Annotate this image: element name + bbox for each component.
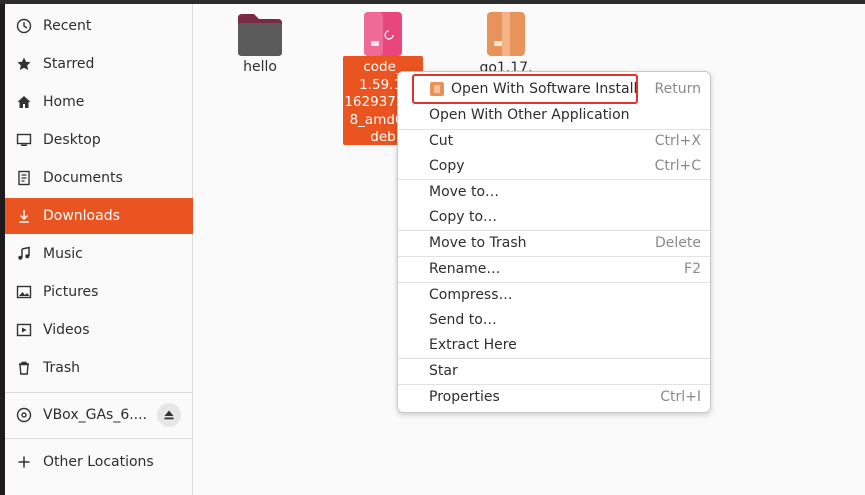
context-menu: Open With Software Install Return Open W… [397, 71, 711, 413]
menu-item-label: Properties [429, 389, 500, 405]
plus-icon [5, 454, 43, 470]
menu-item-label: Copy to… [429, 209, 498, 225]
sidebar-item-label: Music [43, 246, 83, 262]
download-icon [5, 208, 43, 224]
sidebar-item-label: Starred [43, 56, 95, 72]
sidebar-item-label: Downloads [43, 208, 120, 224]
sidebar-item-documents[interactable]: Documents [5, 160, 193, 196]
folder-icon [238, 14, 282, 56]
menu-item-accel: Ctrl+C [654, 158, 701, 174]
sidebar-item-music[interactable]: Music [5, 236, 193, 272]
menu-item-accel: F2 [684, 261, 701, 277]
sidebar-item-other-locations[interactable]: Other Locations [5, 444, 193, 480]
sidebar-item-downloads[interactable]: Downloads [5, 198, 193, 234]
menu-item-properties[interactable]: Properties Ctrl+I [398, 385, 710, 409]
menu-item-accel: Ctrl+I [660, 389, 701, 405]
sidebar-item-label: Desktop [43, 132, 101, 148]
sidebar-item-label: VBox_GAs_6.... [43, 407, 148, 423]
eject-icon[interactable] [157, 403, 181, 427]
picture-icon [5, 284, 43, 300]
sidebar-item-label: Documents [43, 170, 123, 186]
document-icon [5, 170, 43, 186]
menu-item-open-with-other-application[interactable]: Open With Other Application [398, 103, 710, 127]
menu-item-label: Rename… [429, 261, 501, 277]
menu-item-cut[interactable]: Cut Ctrl+X [398, 129, 710, 153]
sidebar-divider [5, 392, 193, 393]
menu-item-move-to-trash[interactable]: Move to Trash Delete [398, 231, 710, 255]
sidebar-item-device[interactable]: VBox_GAs_6.... [5, 397, 193, 433]
home-icon [5, 94, 43, 110]
sidebar-item-starred[interactable]: Starred [5, 46, 193, 82]
package-icon [487, 12, 525, 56]
sidebar-item-label: Other Locations [43, 454, 154, 470]
menu-item-star[interactable]: Star [398, 359, 710, 383]
sidebar-item-label: Recent [43, 18, 92, 34]
menu-item-label: Copy [429, 158, 465, 174]
highlight-box [412, 74, 638, 104]
sidebar-item-label: Videos [43, 322, 90, 338]
file-item-code-deb[interactable] [363, 11, 403, 57]
sidebar-item-trash[interactable]: Trash [5, 350, 193, 386]
sidebar-item-label: Home [43, 94, 85, 110]
menu-item-rename[interactable]: Rename… F2 [398, 257, 710, 281]
disc-icon [5, 407, 43, 423]
menu-item-label: Star [429, 363, 458, 379]
file-item-go[interactable] [486, 11, 526, 57]
desktop-icon [5, 132, 43, 148]
menu-item-extract-here[interactable]: Extract Here [398, 333, 710, 357]
sidebar-item-recent[interactable]: Recent [5, 8, 193, 44]
file-item-hello[interactable] [236, 12, 284, 58]
menu-item-label: Move to… [429, 184, 500, 200]
menu-item-label: Open With Other Application [429, 107, 630, 123]
sidebar-item-label: Trash [43, 360, 80, 376]
file-label: go1.17. [479, 60, 533, 71]
menu-item-label: Move to Trash [429, 235, 527, 251]
trash-icon [5, 360, 43, 376]
sidebar-divider [5, 438, 193, 439]
sidebar-item-desktop[interactable]: Desktop [5, 122, 193, 158]
menu-item-label: Send to… [429, 312, 497, 328]
clock-icon [5, 18, 43, 34]
sidebar-item-pictures[interactable]: Pictures [5, 274, 193, 310]
menu-item-accel: Return [654, 81, 701, 97]
menu-item-accel: Delete [655, 235, 701, 251]
menu-item-label: Compress… [429, 287, 513, 303]
file-label: hello [243, 59, 277, 75]
sidebar: Recent Starred Home Desktop Documents Do… [5, 4, 193, 495]
video-icon [5, 322, 43, 338]
menu-item-compress[interactable]: Compress… [398, 283, 710, 307]
sidebar-item-home[interactable]: Home [5, 84, 193, 120]
menu-item-label: Cut [429, 133, 454, 149]
menu-item-copy[interactable]: Copy Ctrl+C [398, 154, 710, 178]
sidebar-item-videos[interactable]: Videos [5, 312, 193, 348]
menu-item-send-to[interactable]: Send to… [398, 308, 710, 332]
menu-item-copy-to[interactable]: Copy to… [398, 205, 710, 229]
music-icon [5, 246, 43, 262]
star-icon [5, 56, 43, 72]
deb-package-icon [364, 12, 402, 56]
menu-item-accel: Ctrl+X [654, 133, 701, 149]
menu-item-label: Extract Here [429, 337, 517, 353]
menu-item-move-to[interactable]: Move to… [398, 180, 710, 204]
sidebar-item-label: Pictures [43, 284, 99, 300]
